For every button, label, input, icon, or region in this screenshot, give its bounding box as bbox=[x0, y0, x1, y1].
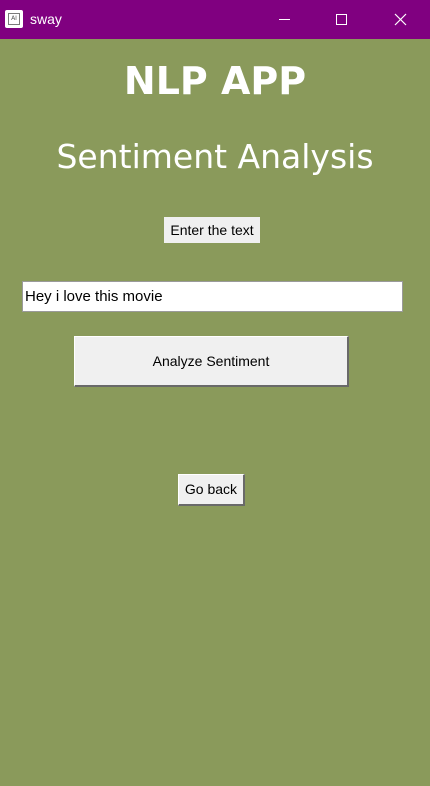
minimize-icon bbox=[279, 19, 290, 20]
analyze-sentiment-button[interactable]: Analyze Sentiment bbox=[74, 336, 349, 387]
close-icon bbox=[394, 13, 407, 26]
page-subtitle: Sentiment Analysis bbox=[56, 137, 374, 176]
maximize-button[interactable] bbox=[313, 0, 371, 39]
app-title: NLP APP bbox=[123, 59, 307, 103]
maximize-icon bbox=[336, 14, 347, 25]
window-title: sway bbox=[30, 11, 62, 27]
text-input[interactable] bbox=[22, 281, 403, 312]
text-prompt-label: Enter the text bbox=[164, 217, 260, 243]
window-titlebar[interactable]: AI sway bbox=[0, 0, 430, 39]
go-back-button[interactable]: Go back bbox=[178, 474, 245, 506]
close-button[interactable] bbox=[372, 0, 430, 39]
minimize-button[interactable] bbox=[255, 0, 313, 39]
app-icon: AI bbox=[5, 10, 23, 28]
